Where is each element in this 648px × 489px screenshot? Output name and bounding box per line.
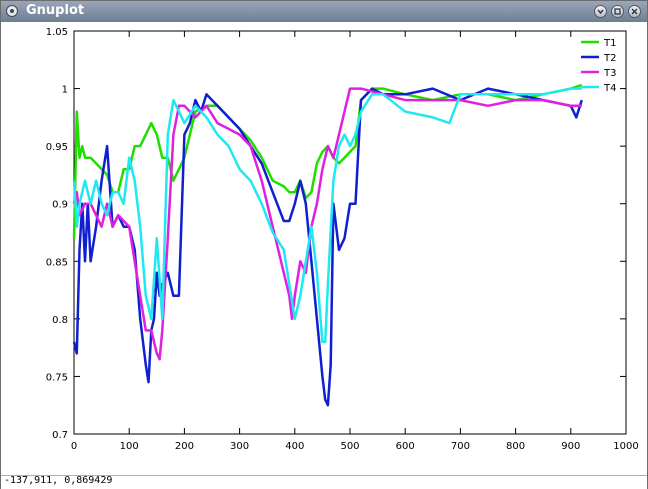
y-tick-label: 0.9: [52, 200, 68, 211]
y-tick-label: 0.8: [52, 315, 68, 326]
close-icon: [631, 8, 638, 15]
mouse-coordinates: -137,911, 0,869429: [4, 475, 113, 486]
app-menu-icon[interactable]: [6, 5, 18, 17]
y-tick-label: 1: [62, 85, 68, 96]
x-tick-label: 200: [175, 441, 194, 452]
x-tick-label: 900: [561, 441, 580, 452]
maximize-button[interactable]: [611, 5, 624, 18]
chart-legend: T1 T2 T3 T4: [581, 38, 616, 94]
chevron-down-icon: [597, 9, 604, 15]
close-button[interactable]: [628, 5, 641, 18]
maximize-icon: [614, 8, 621, 15]
chart-ticks: 0 100 200 300 400 500 600 700 800 900 1000 0.7 0.75 0…: [46, 27, 639, 452]
series-line-t1: [72, 83, 583, 239]
x-tick-label: 700: [451, 441, 470, 452]
y-tick-label: 1.05: [46, 27, 68, 38]
x-tick-label: 400: [285, 441, 304, 452]
x-tick-label: 500: [340, 441, 359, 452]
minimize-button[interactable]: [594, 5, 607, 18]
legend-label-t4: T4: [603, 83, 616, 94]
series-line-t2: [72, 87, 583, 407]
chart-lines: [72, 83, 583, 407]
legend-label-t2: T2: [603, 53, 616, 64]
line-chart[interactable]: 0 100 200 300 400 500 600 700 800 900 1000 0.7 0.75 0…: [1, 22, 647, 475]
window-title: Gnuplot: [26, 3, 85, 18]
plot-area[interactable]: 0 100 200 300 400 500 600 700 800 900 1000 0.7 0.75 0…: [1, 22, 647, 475]
title-bar[interactable]: Gnuplot: [1, 1, 647, 22]
x-tick-label: 300: [230, 441, 249, 452]
x-tick-label: 0: [71, 441, 77, 452]
y-tick-label: 0.85: [46, 257, 68, 268]
x-tick-label: 600: [396, 441, 415, 452]
y-tick-label: 0.95: [46, 142, 68, 153]
legend-label-t3: T3: [603, 68, 616, 79]
x-tick-label: 100: [120, 441, 139, 452]
y-tick-label: 0.7: [52, 430, 68, 441]
gnuplot-window: Gnuplot 0 100 200 300 400 500 600 700 800 900 1000…: [0, 0, 648, 489]
x-tick-label: 800: [506, 441, 525, 452]
y-tick-label: 0.75: [46, 372, 68, 383]
x-tick-label: 1000: [613, 441, 638, 452]
status-bar: -137,911, 0,869429: [1, 475, 647, 489]
legend-label-t1: T1: [603, 38, 616, 49]
